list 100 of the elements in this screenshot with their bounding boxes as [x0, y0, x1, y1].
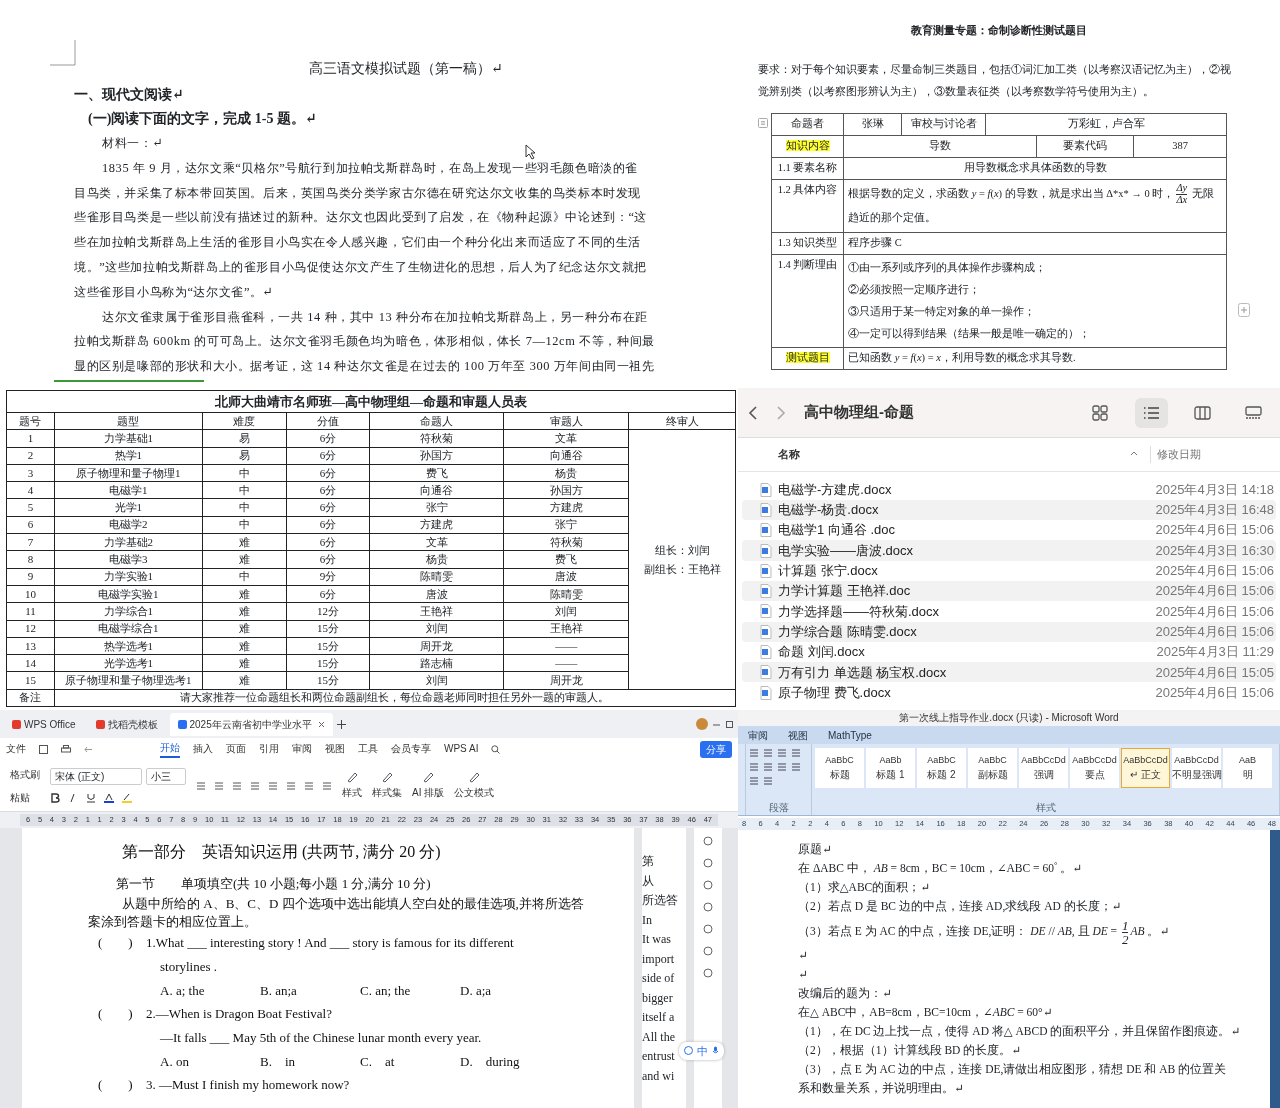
- ribbon-tab[interactable]: 视图: [325, 741, 345, 757]
- ribbon-tab[interactable]: WPS AI: [444, 741, 479, 757]
- align-left-icon[interactable]: [268, 780, 278, 791]
- restore-icon[interactable]: [725, 719, 734, 729]
- style-option[interactable]: AaBbC 标题: [815, 748, 864, 788]
- table-cell: 6分: [286, 499, 370, 517]
- search-icon[interactable]: [491, 744, 501, 754]
- bold-icon[interactable]: [50, 793, 60, 803]
- file-row[interactable]: 电磁学1 向通谷 .doc 2025年4月6日 15:06: [742, 520, 1276, 541]
- file-row[interactable]: 命题 刘闰.docx 2025年4月3日 11:29: [742, 641, 1276, 663]
- table-cell: 电磁学2: [54, 516, 203, 534]
- file-row[interactable]: 电磁学-杨贵.docx 2025年4月3日 16:48: [742, 499, 1276, 521]
- ribbon-tab[interactable]: 工具: [358, 741, 378, 757]
- table-cell: 3: [6, 464, 55, 482]
- document-tab[interactable]: 2025年云南省初中学业水平: [169, 712, 333, 736]
- ribbon-tab[interactable]: 引用: [259, 741, 279, 757]
- font-name-field[interactable]: 宋体 (正文): [50, 768, 142, 785]
- forward-icon[interactable]: [776, 404, 786, 421]
- paste-button[interactable]: 粘贴: [10, 789, 40, 805]
- table-cell: 备注: [6, 689, 55, 707]
- table-cell: 孙国方: [369, 447, 504, 465]
- table-cell: 电磁学综合1: [54, 620, 203, 638]
- view-mode-button[interactable]: [1135, 397, 1168, 428]
- file-row[interactable]: 电磁学-方建虎.docx 2025年4月3日 14:18: [742, 479, 1276, 500]
- answer-bracket[interactable]: ( ): [98, 1002, 146, 1073]
- file-row[interactable]: 力学选择题——符秋菊.docx 2025年4月6日 15:06: [742, 601, 1276, 622]
- table-cell: 力学实验1: [54, 568, 203, 586]
- new-tab-icon[interactable]: [336, 719, 346, 729]
- column-view-icon: [1194, 405, 1211, 422]
- file-row[interactable]: 力学计算题 王艳祥.doc 2025年4月6日 15:06: [742, 581, 1276, 602]
- undo-icon[interactable]: [84, 744, 94, 754]
- table-cell: 6分: [286, 550, 370, 569]
- ai-layout-button[interactable]: AI 排版: [412, 771, 445, 800]
- style-option[interactable]: AaBbCcDd ↵ 正文: [1121, 748, 1170, 788]
- column-header: 分值: [286, 412, 370, 430]
- ribbon-tab[interactable]: 插入: [193, 741, 213, 757]
- column-header[interactable]: 修改日期: [1150, 446, 1280, 463]
- align-center-icon[interactable]: [286, 780, 296, 791]
- document-icon: [760, 563, 772, 578]
- answer-bracket[interactable]: ( ): [98, 931, 146, 1002]
- file-menu[interactable]: 文件: [6, 741, 26, 757]
- table-cell: 15分: [286, 671, 370, 690]
- table-cell: 文革: [503, 429, 629, 448]
- style-option[interactable]: AaBbC 副标题: [968, 748, 1017, 788]
- page-text-fragment: 从: [642, 872, 655, 890]
- document-tab[interactable]: 找稻壳模板: [87, 712, 166, 736]
- print-icon[interactable]: [61, 744, 71, 754]
- format-painter-button[interactable]: 格式刷: [10, 766, 40, 782]
- file-row[interactable]: 电学实验——唐波.docx 2025年4月3日 16:30: [742, 540, 1276, 561]
- underline-icon[interactable]: [86, 793, 96, 803]
- answer-bracket[interactable]: ( ): [98, 1073, 146, 1097]
- table-cell: 6分: [286, 585, 370, 603]
- align-right-icon[interactable]: [777, 762, 787, 772]
- share-button[interactable]: 分享: [700, 740, 732, 758]
- ribbon-tab[interactable]: 会员专享: [391, 741, 431, 757]
- table-cell: 6分: [286, 447, 370, 465]
- microphone-icon: [712, 1046, 719, 1056]
- official-mode-button[interactable]: 公文模式: [454, 771, 495, 800]
- style-option[interactable]: AaBbCcDd 强调: [1019, 748, 1068, 788]
- styles-button[interactable]: 样式: [342, 771, 362, 800]
- ribbon-tab[interactable]: 视图: [788, 727, 808, 743]
- material-label: 材料一：↵: [101, 135, 164, 152]
- file-date: 2025年4月6日 15:06: [1155, 602, 1275, 621]
- ribbon-tab[interactable]: 审阅: [748, 727, 768, 743]
- justify-icon[interactable]: [791, 762, 801, 772]
- table-cell: 8: [6, 550, 55, 569]
- style-option[interactable]: AaBbCcDd 不明显强调: [1172, 748, 1221, 788]
- font-color-icon[interactable]: [104, 793, 114, 803]
- document-tab[interactable]: WPS Office: [4, 712, 84, 736]
- justify-icon[interactable]: [322, 780, 332, 791]
- column-header[interactable]: 名称: [778, 446, 800, 463]
- ribbon-tab[interactable]: 审阅: [292, 741, 312, 757]
- file-row[interactable]: 万有引力 单选题 杨宝权.docx 2025年4月6日 15:05: [742, 662, 1276, 683]
- highlight-icon[interactable]: [122, 793, 132, 803]
- style-option[interactable]: AaBbCcDd 要点: [1070, 748, 1119, 788]
- document-line: ↵: [798, 948, 809, 963]
- back-icon[interactable]: [748, 404, 758, 421]
- ribbon-tab[interactable]: 页面: [226, 741, 246, 757]
- table-cell: 难: [202, 671, 287, 690]
- table-cell: 原子物理和量子物理1: [54, 464, 203, 482]
- table-cell: 中: [202, 568, 287, 586]
- file-row[interactable]: 计算题 张宁.docx 2025年4月6日 15:06: [742, 560, 1276, 581]
- align-right-icon[interactable]: [304, 780, 314, 791]
- table-cell: 原子物理和量子物理选考1: [54, 671, 203, 690]
- file-row[interactable]: 原子物理 费飞.docx 2025年4月6日 15:06: [742, 682, 1276, 703]
- ribbon-tab[interactable]: 开始: [160, 740, 180, 758]
- style-set-button[interactable]: 样式集: [372, 771, 402, 800]
- style-option[interactable]: AaB 明: [1223, 748, 1272, 788]
- align-left-icon[interactable]: [749, 762, 759, 772]
- style-option[interactable]: AaBb 标题 1: [866, 748, 915, 788]
- file-name: 万有引力 单选题 杨宝权.docx: [778, 663, 947, 682]
- ime-mode[interactable]: 中: [697, 1042, 708, 1059]
- font-size-field[interactable]: 小三: [146, 768, 186, 785]
- page-text-fragment: 第: [642, 853, 655, 870]
- table-cell: 中: [202, 464, 287, 482]
- ribbon-tab[interactable]: MathType: [828, 727, 872, 743]
- style-option[interactable]: AaBbC 标题 2: [917, 748, 966, 788]
- align-center-icon[interactable]: [763, 762, 773, 772]
- file-row[interactable]: 力学综合题 陈晴雯.docx 2025年4月6日 15:06: [742, 621, 1276, 642]
- close-icon: [317, 721, 325, 729]
